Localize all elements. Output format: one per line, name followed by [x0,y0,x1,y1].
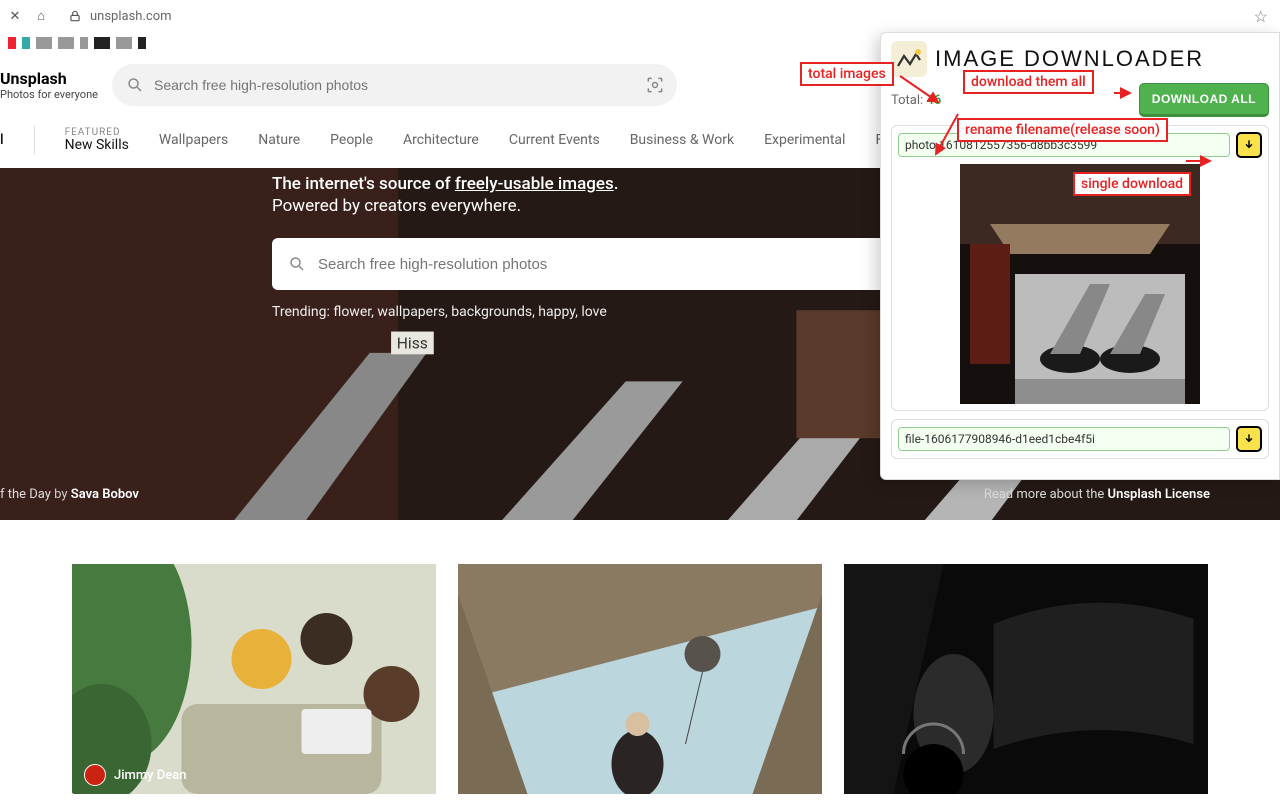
svg-text:Hiss: Hiss [397,334,428,353]
photo-card[interactable]: Jimmy Dean [72,564,436,794]
image-thumbnail[interactable] [960,164,1200,404]
annotation-rename: rename filename(release soon) [957,118,1168,142]
lock-icon [68,9,82,23]
nav-editorial[interactable]: l [0,132,4,148]
brand[interactable]: Unsplash Photos for everyone [0,69,98,101]
bookmark-icon[interactable] [94,37,110,49]
bookmark-icon[interactable] [116,37,132,49]
bookmark-icon[interactable] [36,37,52,49]
annotation-download-all: download them all [963,70,1094,94]
download-single-button[interactable] [1236,426,1262,452]
visual-search-icon[interactable] [643,73,667,97]
nav-item[interactable]: Experimental [764,132,845,148]
hero-headline: The internet's source of freely-usable i… [272,174,892,194]
photo-credit[interactable]: Jimmy Dean [84,764,186,786]
bookmark-icon[interactable] [138,37,146,49]
license-link[interactable]: Read more about the Unsplash License [984,487,1210,502]
bookmark-icon[interactable] [80,37,88,49]
home-icon[interactable]: ⌂ [32,8,50,24]
photo-of-day-credit[interactable]: f the Day by Sava Bobov [0,487,139,502]
nav-item[interactable]: Nature [258,132,300,148]
photo-card[interactable] [844,564,1208,794]
brand-name: Unsplash [0,69,98,88]
nav-featured[interactable]: FEATURED New Skills [65,128,129,152]
photo-card[interactable] [458,564,822,794]
header-search[interactable] [112,64,677,106]
annotation-single-download: single download [1073,172,1191,196]
hero-link-freely[interactable]: freely-usable images [455,174,614,194]
nav-item[interactable]: People [330,132,373,148]
nav-item[interactable]: Business & Work [630,132,734,148]
avatar-icon [84,764,106,786]
arrow-icon [1184,152,1216,170]
bookmark-icon[interactable] [8,37,16,49]
photo-grid: Jimmy Dean [0,520,1280,794]
brand-tagline: Photos for everyone [0,88,98,101]
image-item [891,419,1269,459]
bookmark-icon[interactable] [58,37,74,49]
browser-toolbar: ✕ ⌂ unsplash.com ☆ [0,0,1280,32]
hero-search[interactable] [272,238,892,290]
address-bar[interactable]: unsplash.com [58,3,1246,29]
star-icon[interactable]: ☆ [1254,7,1268,26]
url-text: unsplash.com [90,9,172,24]
nav-item[interactable]: Wallpapers [159,132,228,148]
nav-item[interactable]: Architecture [403,132,479,148]
arrow-icon [898,70,948,110]
bookmark-icon[interactable] [22,37,30,49]
annotation-total-images: total images [800,62,894,86]
search-input[interactable] [154,77,663,93]
hero-subhead: Powered by creators everywhere. [272,196,892,216]
nav-item[interactable]: Current Events [509,132,600,148]
extension-title: Image downloader [935,46,1204,72]
close-icon[interactable]: ✕ [6,9,24,24]
divider [34,126,35,154]
trending: Trending: flower, wallpapers, background… [272,304,892,320]
hero-search-input[interactable] [318,256,876,273]
arrow-icon [1112,84,1136,102]
download-single-button[interactable] [1236,132,1262,158]
filename-input[interactable] [898,427,1230,451]
search-icon [126,76,144,94]
search-icon [288,255,306,273]
download-all-button[interactable]: DOWNLOAD ALL [1139,83,1269,117]
trending-links[interactable]: flower, wallpapers, backgrounds, happy, … [333,304,606,320]
